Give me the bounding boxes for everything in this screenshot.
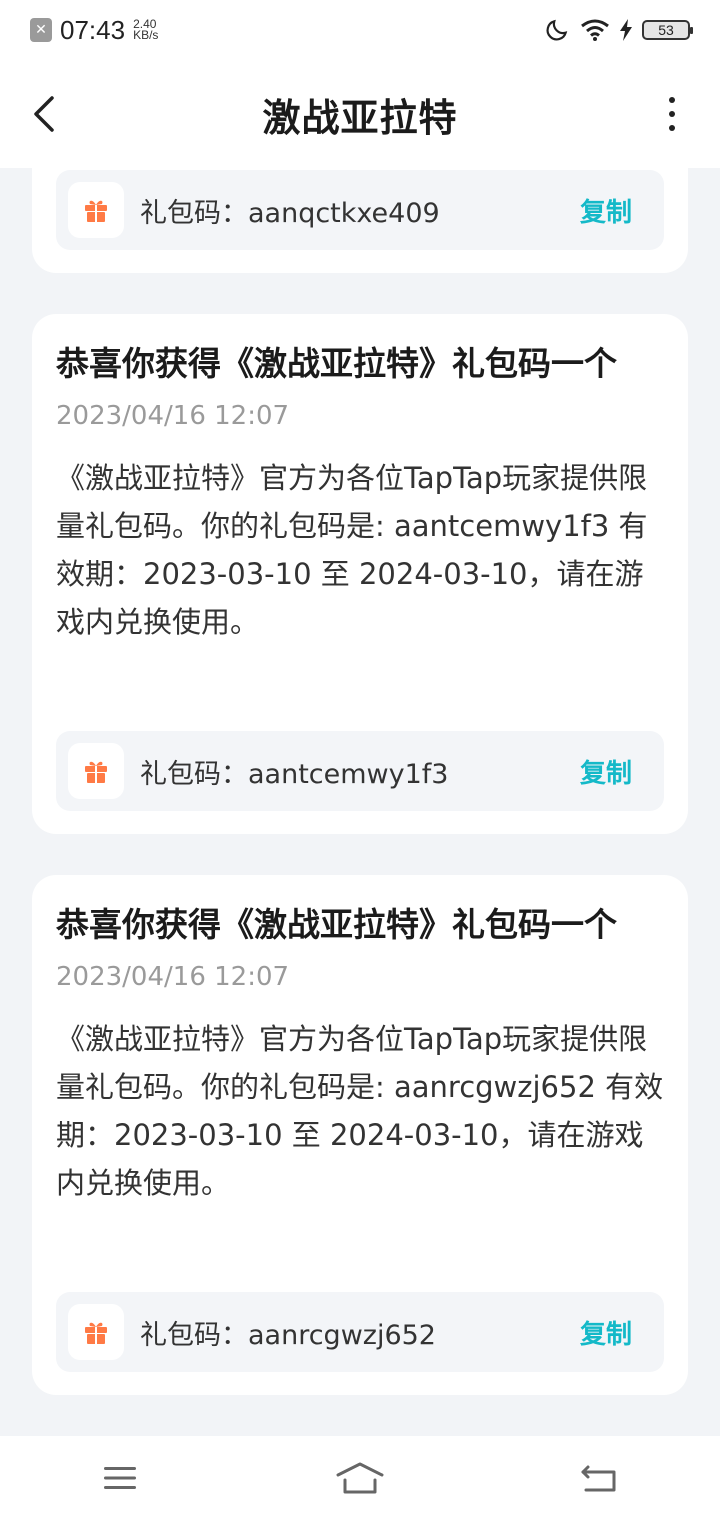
- battery-indicator: 53: [642, 20, 693, 40]
- gift-icon: [85, 1322, 107, 1344]
- network-speed-unit: KB/s: [133, 28, 159, 42]
- status-left: ✕ 07:43 2.40 KB/s: [30, 15, 158, 46]
- gift-message-card: 礼包码：aanqctkxe409 复制: [32, 168, 688, 273]
- back-nav-button[interactable]: [560, 1448, 640, 1508]
- network-speed: 2.40 KB/s: [133, 18, 159, 42]
- message-list[interactable]: 礼包码：aanqctkxe409 复制 恭喜你获得《激战亚拉特》礼包码一个 20…: [0, 168, 720, 1436]
- message-date: 2023/04/16 12:07: [56, 962, 290, 992]
- system-nav-bar: [0, 1436, 720, 1520]
- chevron-left-icon: [34, 96, 54, 132]
- more-dot-icon: [669, 111, 675, 117]
- wifi-icon: [581, 19, 609, 41]
- back-button[interactable]: [24, 88, 64, 140]
- message-title: 恭喜你获得《激战亚拉特》礼包码一个: [56, 344, 617, 383]
- more-options-button[interactable]: [660, 90, 684, 138]
- status-bar: ✕ 07:43 2.40 KB/s 53: [0, 0, 720, 60]
- gift-icon-box: [68, 182, 124, 238]
- gift-icon-box: [68, 1304, 124, 1360]
- menu-button[interactable]: [80, 1448, 160, 1508]
- more-dot-icon: [669, 125, 675, 131]
- notification-close-icon: ✕: [30, 18, 52, 42]
- page-title: 激战亚拉特: [262, 95, 458, 140]
- more-dot-icon: [669, 97, 675, 103]
- message-title: 恭喜你获得《激战亚拉特》礼包码一个: [56, 905, 617, 944]
- message-body: 《激战亚拉特》官方为各位TapTap玩家提供限量礼包码。你的礼包码是: aant…: [56, 461, 648, 639]
- gift-icon: [85, 761, 107, 783]
- copy-button[interactable]: 复制: [580, 1314, 632, 1351]
- gift-code-row: 礼包码：aanrcgwzj652 复制: [56, 1292, 664, 1372]
- menu-icon: [104, 1467, 136, 1489]
- gift-code-text: 礼包码：aanqctkxe409: [140, 197, 440, 229]
- home-icon: [336, 1462, 384, 1494]
- message-body: 《激战亚拉特》官方为各位TapTap玩家提供限量礼包码。你的礼包码是: aanr…: [56, 1022, 664, 1200]
- return-icon: [581, 1465, 616, 1492]
- gift-code-row: 礼包码：aantcemwy1f3 复制: [56, 731, 664, 811]
- app-bar: 激战亚拉特: [0, 60, 720, 168]
- gift-icon-box: [68, 743, 124, 799]
- status-right: 53: [544, 17, 693, 43]
- charging-icon: [620, 19, 632, 41]
- copy-button[interactable]: 复制: [580, 192, 632, 229]
- moon-icon: [546, 19, 568, 41]
- gift-message-card: 恭喜你获得《激战亚拉特》礼包码一个 2023/04/16 12:07 《激战亚拉…: [32, 314, 688, 834]
- status-time: 07:43: [60, 14, 126, 45]
- message-date: 2023/04/16 12:07: [56, 401, 290, 431]
- gift-code-text: 礼包码：aantcemwy1f3: [140, 758, 449, 790]
- gift-icon: [85, 200, 107, 222]
- gift-code-text: 礼包码：aanrcgwzj652: [140, 1319, 436, 1351]
- copy-button[interactable]: 复制: [580, 753, 632, 790]
- gift-message-card: 恭喜你获得《激战亚拉特》礼包码一个 2023/04/16 12:07 《激战亚拉…: [32, 875, 688, 1395]
- gift-code-row: 礼包码：aanqctkxe409 复制: [56, 170, 664, 250]
- home-button[interactable]: [320, 1448, 400, 1508]
